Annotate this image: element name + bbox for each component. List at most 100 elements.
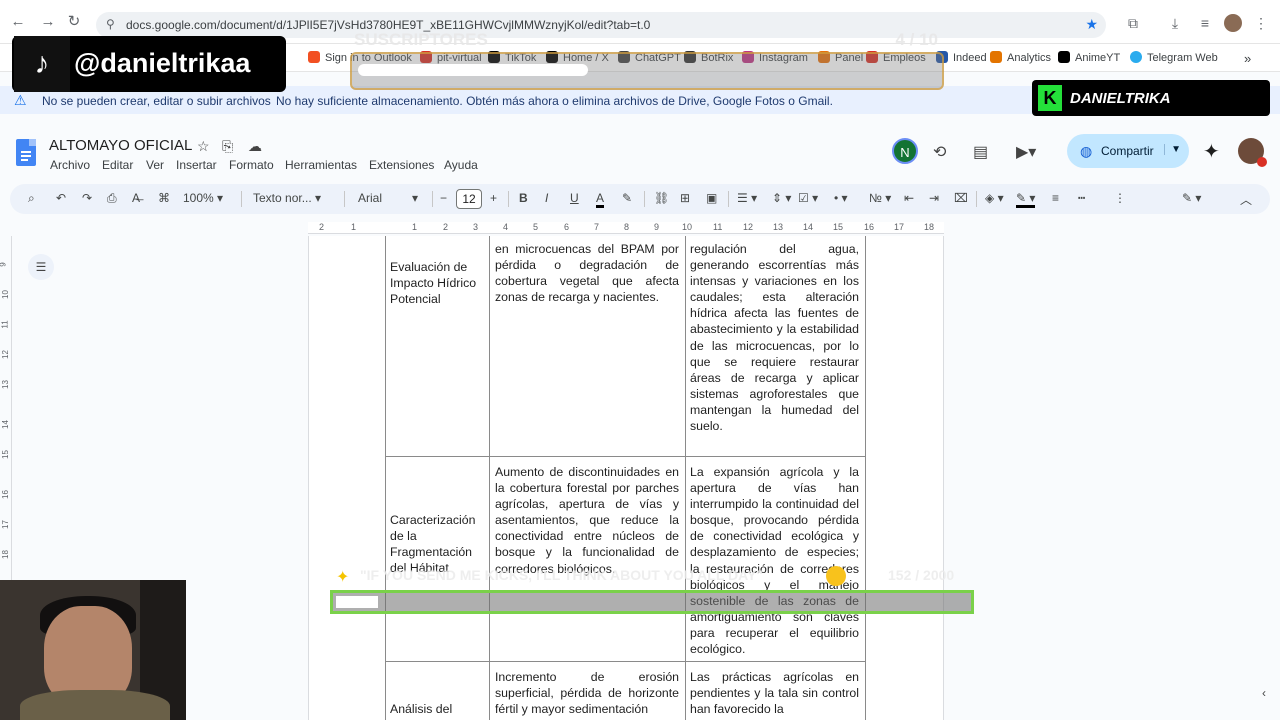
move-icon[interactable]: ⎘ <box>222 138 233 155</box>
editing-mode-icon[interactable]: ✎ ▾ <box>1182 191 1201 205</box>
menu-editar[interactable]: Editar <box>102 158 133 172</box>
table-cell-justification[interactable]: Las prácticas agrícolas en pendientes y … <box>690 669 859 717</box>
table-border <box>865 236 866 720</box>
menu-herramientas[interactable]: Herramientas <box>285 158 357 172</box>
text-color-icon[interactable]: A <box>596 191 605 208</box>
ruler-number: 14 <box>0 420 10 429</box>
align-icon[interactable]: ☰ ▾ <box>737 191 757 205</box>
add-comment-icon[interactable]: ⊞ <box>680 191 690 205</box>
table-cell-title[interactable]: Evaluación de Impacto Hídrico Potencial <box>390 259 484 307</box>
collaborator-avatar[interactable]: N <box>892 138 918 164</box>
reload-icon[interactable]: ↻ <box>66 14 82 30</box>
document-outline-icon[interactable]: ☰ <box>28 254 54 280</box>
bookmark-telegram[interactable]: Telegram Web <box>1130 51 1218 64</box>
underline-icon[interactable]: U <box>570 191 579 205</box>
bulleted-list-icon[interactable]: • ▾ <box>834 191 848 205</box>
tiktok-logo-icon: ♪ <box>14 36 70 92</box>
italic-icon[interactable]: I <box>545 191 548 205</box>
link-icon[interactable]: ⛓ <box>654 191 669 205</box>
site-info-icon[interactable]: ⚲ <box>106 17 115 31</box>
menu-formato[interactable]: Formato <box>229 158 274 172</box>
gemini-icon[interactable]: ✦ <box>1203 139 1220 164</box>
ruler-number: 10 <box>0 290 10 299</box>
forward-icon[interactable]: → <box>40 14 56 30</box>
comments-icon[interactable]: ▤ <box>973 142 988 162</box>
version-history-icon[interactable]: ⟲ <box>933 142 946 162</box>
ruler-number: 18 <box>0 550 10 559</box>
decrease-font-icon[interactable]: − <box>440 191 447 205</box>
browser-profile-icon[interactable] <box>1224 14 1242 32</box>
collapse-toolbar-icon[interactable]: ︿ <box>1240 191 1252 208</box>
cloud-status-icon[interactable]: ☁ <box>248 138 262 155</box>
star-icon[interactable]: ☆ <box>197 138 210 155</box>
bookmark-star-icon[interactable]: ★ <box>1085 16 1098 33</box>
font-size-input[interactable]: 12 <box>456 189 482 209</box>
decrease-indent-icon[interactable]: ⇤ <box>904 191 914 205</box>
insert-image-icon[interactable]: ▣ <box>706 191 717 205</box>
ruler-number: 15 <box>0 450 10 459</box>
download-icon[interactable]: ⤓ <box>1166 14 1184 32</box>
bookmark-analytics[interactable]: Analytics <box>990 51 1051 64</box>
menu-archivo[interactable]: Archivo <box>50 158 90 172</box>
redo-icon[interactable]: ↷ <box>82 191 92 205</box>
menu-ayuda[interactable]: Ayuda <box>444 158 478 172</box>
kick-logo-icon: K <box>1038 85 1062 111</box>
share-label: Compartir <box>1101 144 1154 158</box>
share-dropdown-icon[interactable]: ▼ <box>1164 144 1181 155</box>
paint-format-icon[interactable]: ⌘ <box>158 191 170 205</box>
search-menus-icon[interactable]: ⌕ <box>28 191 35 206</box>
increase-indent-icon[interactable]: ⇥ <box>929 191 939 205</box>
menu-extensiones[interactable]: Extensiones <box>369 158 434 172</box>
expand-icon[interactable]: ‹ <box>1262 686 1266 700</box>
document-title[interactable]: ALTOMAYO OFICIAL <box>49 137 192 154</box>
warning-title: No se pueden crear, editar o subir archi… <box>42 94 271 108</box>
checklist-icon[interactable]: ☑ ▾ <box>798 191 818 205</box>
font-dropdown-icon[interactable]: ▾ <box>412 191 418 205</box>
ruler-number: 6 <box>564 222 570 232</box>
print-icon[interactable]: ⎙ <box>107 191 117 206</box>
back-icon[interactable]: ← <box>10 14 26 30</box>
menu-ver[interactable]: Ver <box>146 158 164 172</box>
undo-icon[interactable]: ↶ <box>56 191 66 205</box>
bold-icon[interactable]: B <box>519 191 528 205</box>
fill-color-icon[interactable]: ◈ ▾ <box>985 191 1004 205</box>
style-select[interactable]: Texto nor... ▾ <box>253 191 321 205</box>
media-icon[interactable]: ≡ <box>1196 14 1214 32</box>
table-cell-description[interactable]: Aumento de discontinuidades en la cobert… <box>495 464 679 577</box>
extensions-icon[interactable]: ⧉ <box>1124 14 1142 32</box>
numbered-list-icon[interactable]: № ▾ <box>869 191 891 205</box>
font-select[interactable]: Arial <box>358 191 382 205</box>
more-bookmarks-icon[interactable]: » <box>1244 51 1251 66</box>
address-bar[interactable]: ⚲ docs.google.com/document/d/1JPlI5E7jVs… <box>96 12 1106 38</box>
table-cell-description[interactable]: en microcuencas del BPAM por pérdida o d… <box>495 241 679 305</box>
increase-font-icon[interactable]: + <box>490 191 497 205</box>
border-width-icon[interactable]: ≡ <box>1052 191 1059 205</box>
table-cell-justification[interactable]: La expansión agrícola y la apertura de v… <box>690 464 859 657</box>
line-spacing-icon[interactable]: ⇕ ▾ <box>772 191 791 205</box>
kick-goal-count: 152 / 2000 <box>888 567 955 583</box>
ruler-number: 18 <box>924 222 935 232</box>
bookmark-animeyt[interactable]: AnimeYT <box>1058 51 1120 64</box>
user-avatar[interactable] <box>1238 138 1267 167</box>
border-color-icon[interactable]: ✎ ▾ <box>1016 191 1036 208</box>
meet-icon[interactable]: ▶▾ <box>1016 142 1036 162</box>
warning-message[interactable]: No hay suficiente almacenamiento. Obtén … <box>276 94 833 108</box>
table-cell-description[interactable]: Incremento de erosión superficial, pérdi… <box>495 669 679 717</box>
docs-logo-icon[interactable] <box>16 139 36 166</box>
share-button[interactable]: ◍ Compartir ▼ <box>1067 134 1189 168</box>
horizontal-ruler[interactable]: 2 1 1 2 3 4 5 6 7 8 9 10 11 12 13 14 15 … <box>308 222 944 234</box>
clear-formatting-icon[interactable]: ⌧ <box>954 191 968 205</box>
ruler-number: 7 <box>594 222 600 232</box>
browser-menu-icon[interactable]: ⋮ <box>1252 14 1270 32</box>
table-cell-justification[interactable]: regulación del agua, generando escorrent… <box>690 241 859 434</box>
table-cell-title[interactable]: Análisis del <box>390 701 484 717</box>
spellcheck-icon[interactable]: A̶ <box>132 191 140 205</box>
border-dash-icon[interactable]: ┅ <box>1078 191 1085 205</box>
table-border <box>489 236 490 720</box>
zoom-select[interactable]: 100% ▾ <box>183 191 223 205</box>
ruler-number: 1 <box>351 222 357 232</box>
menu-insertar[interactable]: Insertar <box>176 158 217 172</box>
more-options-icon[interactable]: ⋮ <box>1114 191 1126 205</box>
highlight-icon[interactable]: ✎ <box>622 191 632 205</box>
sparkle-icon: ✦ <box>336 569 350 586</box>
